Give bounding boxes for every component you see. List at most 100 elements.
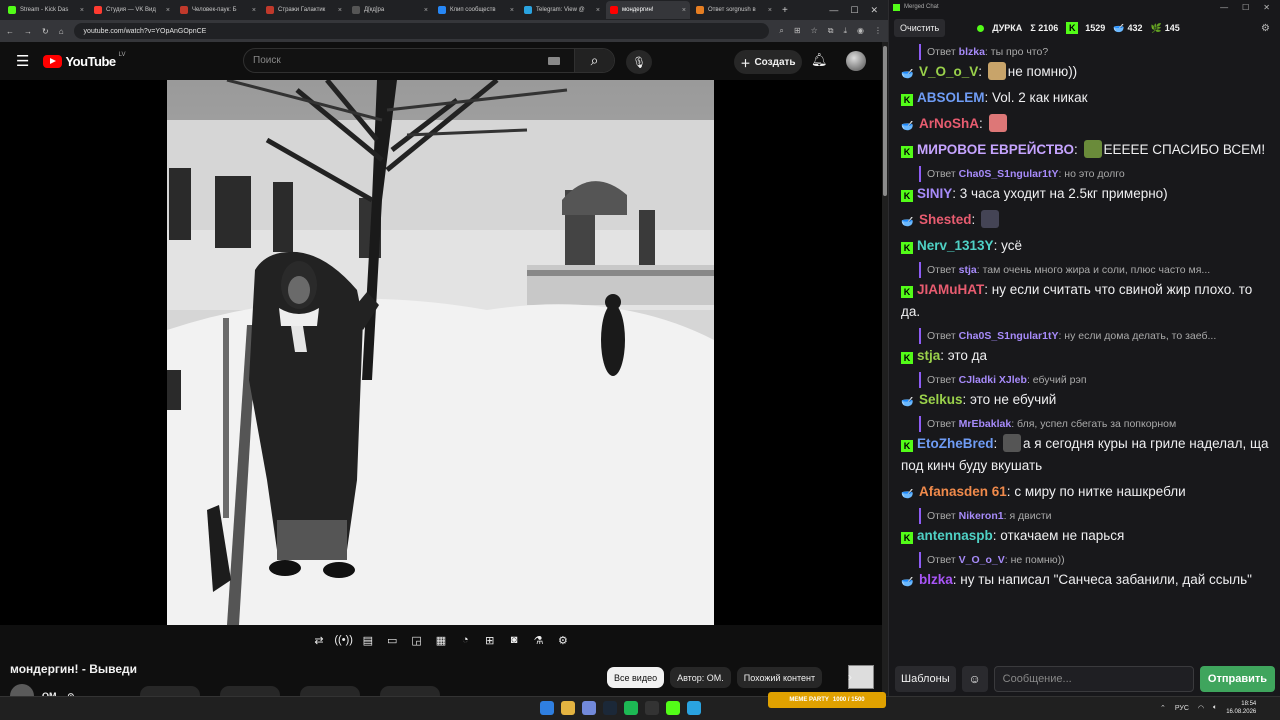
browser-tab[interactable]: Студия — VK Вид × xyxy=(90,1,174,19)
reload-icon[interactable]: ↻ xyxy=(42,27,49,36)
tab-close-icon[interactable]: × xyxy=(424,7,428,14)
tab-close-icon[interactable]: × xyxy=(768,7,772,14)
forward-icon[interactable]: → xyxy=(24,27,32,36)
tab-close-icon[interactable]: × xyxy=(166,7,170,14)
chip-all-videos[interactable]: Все видео xyxy=(607,667,665,688)
star-icon[interactable]: ☆ xyxy=(811,26,818,36)
browser-tab[interactable]: Ответ sorgnush в × xyxy=(692,1,776,19)
download-icon[interactable]: ⤓ xyxy=(843,26,847,36)
send-button[interactable]: Отправить xyxy=(1199,666,1275,692)
tab-close-icon[interactable]: × xyxy=(338,7,342,14)
scrollbar-thumb[interactable] xyxy=(883,46,887,196)
browser-tab[interactable]: Человек-паук: Б × xyxy=(176,1,260,19)
browser-tab[interactable]: Д[кд]ра × xyxy=(348,1,432,19)
chat-username[interactable]: МИРОВОЕ ЕВРЕЙСТВО xyxy=(917,142,1074,157)
subtitles-icon[interactable]: ⊞ xyxy=(481,634,499,647)
reply-username[interactable]: CJladki XJleb xyxy=(959,374,1027,386)
minimize-icon[interactable]: — xyxy=(1220,3,1228,12)
browser-tab[interactable]: Стражи Галактик × xyxy=(262,1,346,19)
reply-username[interactable]: Nikeron1 xyxy=(959,510,1004,522)
voice-search-button[interactable]: 🎙 xyxy=(626,50,652,74)
lab-icon[interactable]: ⚗ xyxy=(530,634,548,647)
home-icon[interactable]: ⌂ xyxy=(59,27,64,36)
chevron-right-icon[interactable]: › xyxy=(848,670,852,684)
volume-icon[interactable]: 🔈︎ xyxy=(1213,704,1217,712)
youtube-logo[interactable]: YouTube LV xyxy=(43,52,126,69)
chat-username[interactable]: Nerv_1313Y xyxy=(917,238,994,253)
autoplay-icon[interactable]: ▤ xyxy=(359,634,377,647)
templates-button[interactable]: Шаблоны xyxy=(895,666,956,692)
tab-close-icon[interactable]: × xyxy=(596,7,600,14)
maximize-icon[interactable]: ☐ xyxy=(1242,3,1249,12)
chat-username[interactable]: SINIY xyxy=(917,186,952,201)
chat-username[interactable]: JIAMuHAT xyxy=(917,282,984,297)
clip-icon[interactable]: ▭ xyxy=(383,634,401,647)
browser-tab[interactable]: Stream - Kick Das × xyxy=(4,1,88,19)
loop-icon[interactable]: ⇄ xyxy=(310,634,328,647)
chat-username[interactable]: stja xyxy=(917,348,940,363)
video-player[interactable] xyxy=(0,80,882,689)
reply-username[interactable]: Cha0S_S1ngular1tY xyxy=(959,330,1059,342)
chip-related[interactable]: Похожий контент xyxy=(736,667,823,688)
tab-close-icon[interactable]: × xyxy=(252,7,256,14)
chat-username[interactable]: Afanasden 61 xyxy=(919,484,1007,499)
discord-icon[interactable] xyxy=(582,701,596,715)
reply-username[interactable]: stja xyxy=(959,264,977,276)
miniplayer-icon[interactable]: ◲ xyxy=(408,634,426,647)
url-field[interactable]: youtube.com/watch?v=YOpAnGOpnCE xyxy=(73,23,770,39)
chat-username[interactable]: ArNoShA xyxy=(919,116,979,131)
chat-username[interactable]: ABSOLEM xyxy=(917,90,985,105)
meme-party-widget[interactable]: MEME PARTY 1000 / 1500 xyxy=(768,692,886,708)
extensions-icon[interactable]: ⧉ xyxy=(828,26,834,36)
telegram-icon[interactable] xyxy=(687,701,701,715)
screenshot-icon[interactable]: ◙ xyxy=(505,634,523,646)
chat-username[interactable]: blzka xyxy=(919,572,953,587)
chip-author[interactable]: Автор: OM. xyxy=(670,667,731,688)
reply-username[interactable]: MrEbaklak xyxy=(959,418,1012,430)
new-tab-icon[interactable]: + xyxy=(782,5,788,16)
language-indicator[interactable]: РУС xyxy=(1175,705,1189,712)
browser-tab[interactable]: Клип сообществ × xyxy=(434,1,518,19)
close-icon[interactable]: ✕ xyxy=(870,5,878,16)
search-input[interactable]: Поиск xyxy=(244,55,548,66)
spotify-icon[interactable] xyxy=(624,701,638,715)
chat-settings-gear-icon[interactable]: ⚙ xyxy=(1261,23,1270,34)
broadcast-icon[interactable]: ((•)) xyxy=(334,634,353,646)
chrome-icon[interactable] xyxy=(561,701,575,715)
obs-icon[interactable] xyxy=(645,701,659,715)
kick-app-icon[interactable] xyxy=(666,701,680,715)
wifi-icon[interactable]: ◠ xyxy=(1198,704,1204,712)
tab-close-icon[interactable]: × xyxy=(510,7,514,14)
minimize-icon[interactable]: — xyxy=(829,5,838,16)
browser-tab[interactable]: Telegram: View @ × xyxy=(520,1,604,19)
zoom-icon[interactable]: ⌕ xyxy=(779,26,783,36)
keyboard-icon[interactable] xyxy=(548,56,560,65)
windows-start-icon[interactable] xyxy=(540,701,554,715)
maximize-icon[interactable]: ☐ xyxy=(850,5,858,16)
steam-icon[interactable] xyxy=(603,701,617,715)
reply-username[interactable]: Cha0S_S1ngular1tY xyxy=(959,168,1059,180)
create-button[interactable]: ＋ Создать xyxy=(734,50,802,74)
user-avatar[interactable] xyxy=(846,51,866,71)
message-input[interactable]: Сообщение... xyxy=(993,666,1194,692)
back-icon[interactable]: ← xyxy=(6,27,14,36)
chat-username[interactable]: Shested xyxy=(919,212,972,227)
close-icon[interactable]: ✕ xyxy=(1263,3,1270,12)
settings-gear-icon[interactable]: ⚙ xyxy=(554,634,572,647)
menu-icon[interactable]: ⋮ xyxy=(874,26,882,36)
chevron-up-icon[interactable]: ⌃ xyxy=(1160,704,1166,712)
chat-username[interactable]: Selkus xyxy=(919,392,963,407)
chat-username[interactable]: antennaspb xyxy=(917,528,993,543)
hamburger-menu-icon[interactable]: ☰ xyxy=(16,52,29,70)
theater-icon[interactable]: ▦ xyxy=(432,634,450,647)
clock[interactable]: 18:54 16.08.2026 xyxy=(1226,700,1256,716)
tab-close-icon[interactable]: × xyxy=(80,7,84,14)
chat-username[interactable]: EtoZheBred xyxy=(917,436,994,451)
notifications-bell-icon[interactable]: 🔔︎ xyxy=(811,52,828,68)
translate-icon[interactable]: ⊞ xyxy=(794,26,801,36)
tab-close-icon[interactable]: × xyxy=(682,7,686,14)
search-button[interactable]: ⌕ xyxy=(574,49,614,72)
reply-username[interactable]: blzka xyxy=(959,46,985,58)
speed-icon[interactable]: ◔ xyxy=(456,634,474,646)
chat-username[interactable]: V_O_o_V xyxy=(919,64,978,79)
